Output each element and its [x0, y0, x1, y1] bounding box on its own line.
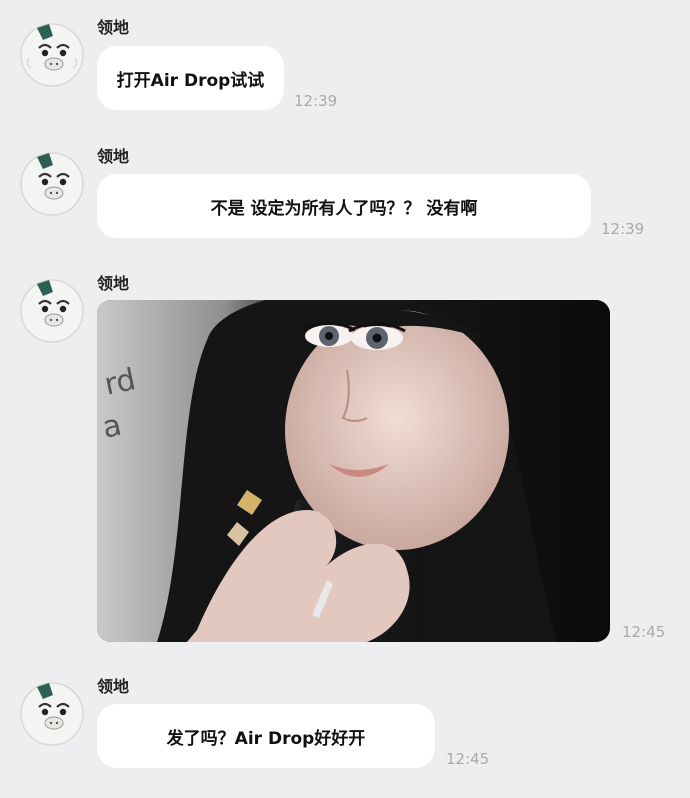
message-bubble[interactable]: 发了吗？Air Drop好好开	[97, 704, 435, 768]
rice-ball-avatar-icon	[20, 152, 84, 216]
avatar[interactable]	[17, 274, 87, 344]
image-message[interactable]: rd a	[97, 300, 610, 642]
rice-ball-avatar-icon	[20, 279, 84, 343]
photo-girl-heart-hands-icon: rd a	[97, 300, 610, 642]
sender-name: 领地	[97, 677, 130, 696]
sender-name: 领地	[97, 18, 130, 37]
avatar[interactable]	[17, 18, 87, 88]
message-bubble[interactable]: 打开Air Drop试试	[97, 46, 284, 110]
avatar[interactable]	[17, 147, 87, 217]
avatar[interactable]	[17, 677, 87, 747]
message-timestamp: 12:39	[601, 220, 645, 238]
message-timestamp: 12:45	[622, 623, 666, 641]
sender-name: 领地	[97, 147, 130, 166]
sender-name: 领地	[97, 274, 130, 293]
message-timestamp: 12:39	[294, 92, 338, 110]
message-bubble[interactable]: 不是 设定为所有人了吗？？ 没有啊	[97, 174, 591, 238]
rice-ball-avatar-icon	[20, 23, 84, 87]
rice-ball-avatar-icon	[20, 682, 84, 746]
message-timestamp: 12:45	[446, 750, 490, 768]
